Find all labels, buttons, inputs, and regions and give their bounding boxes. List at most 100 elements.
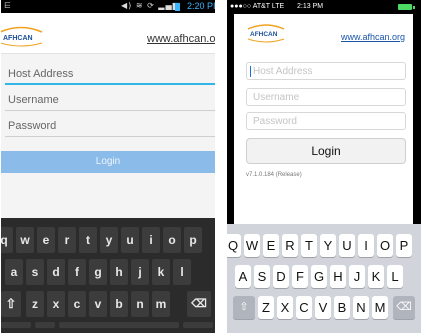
key-l[interactable]: l (173, 259, 191, 285)
android-status-bar: ⋿ ◀) ≋ ⟳ ▂▄▆ 2:20 PI (1, 0, 215, 13)
key-v[interactable]: v (89, 291, 107, 317)
ios-keyboard: Q W E R T Y U I O P A S D F G H J K L ⇧ … (227, 224, 421, 333)
key-y[interactable]: Y (320, 234, 336, 257)
key-t[interactable]: t (79, 227, 97, 253)
key-enter[interactable] (183, 322, 213, 328)
username-input[interactable]: Username (246, 88, 406, 106)
key-x[interactable]: x (47, 291, 65, 317)
key-i[interactable]: I (358, 234, 374, 257)
key-space[interactable] (59, 322, 179, 328)
username-placeholder: Username (253, 92, 300, 103)
svg-text:AFHCAN: AFHCAN (250, 31, 278, 38)
host-address-placeholder: Host Address (8, 68, 74, 80)
delete-icon[interactable]: ⌫ (393, 296, 415, 319)
site-link[interactable]: www.afhcan.org (341, 32, 405, 42)
key-s[interactable]: s (26, 259, 44, 285)
app-header: AFHCAN www.afhcan.or (1, 13, 215, 54)
afhcan-logo: AFHCAN (247, 24, 285, 43)
password-input[interactable]: Password (246, 112, 406, 130)
android-app-screen: AFHCAN www.afhcan.or Host Address Userna… (1, 13, 215, 231)
key-f[interactable]: f (68, 259, 86, 285)
input-underline (5, 83, 215, 85)
key-p[interactable]: p (184, 227, 202, 253)
key-n[interactable]: N (353, 296, 369, 319)
ios-status-bar: ●●●○○ AT&T LTE 2:13 PM (227, 0, 421, 14)
status-time: 2:13 PM (297, 3, 324, 10)
key-mic[interactable] (35, 322, 55, 328)
key-d[interactable]: d (47, 259, 65, 285)
key-w[interactable]: W (244, 234, 260, 257)
key-t[interactable]: T (301, 234, 317, 257)
ios-app-screen: AFHCAN www.afhcan.org Host Address Usern… (234, 14, 413, 237)
username-input[interactable]: Username (5, 91, 215, 111)
key-g[interactable]: G (311, 265, 327, 288)
password-input[interactable]: Password (5, 117, 215, 137)
delete-icon[interactable]: ⌫ (187, 291, 211, 317)
key-q[interactable]: Q (227, 234, 241, 257)
shift-icon[interactable]: ⇧ (233, 296, 255, 319)
key-e[interactable]: E (263, 234, 279, 257)
key-c[interactable]: C (296, 296, 312, 319)
android-screenshot: ⋿ ◀) ≋ ⟳ ▂▄▆ 2:20 PI AFHCAN www.afhcan.o… (1, 0, 215, 333)
key-u[interactable]: U (339, 234, 355, 257)
battery-icon (175, 3, 180, 11)
key-h[interactable]: H (330, 265, 346, 288)
key-v[interactable]: V (315, 296, 331, 319)
key-symbols[interactable] (1, 322, 31, 328)
host-address-placeholder: Host Address (253, 66, 313, 77)
carrier-label: ●●●○○ AT&T LTE (230, 3, 285, 10)
key-b[interactable]: B (334, 296, 350, 319)
usb-icon: ⋿ (4, 1, 11, 10)
key-x[interactable]: X (277, 296, 293, 319)
key-z[interactable]: z (26, 291, 44, 317)
key-p[interactable]: P (396, 234, 412, 257)
android-keyboard: q w e r t y u i o p a s d f g h j k l ⇧ … (1, 218, 215, 333)
key-e[interactable]: e (37, 227, 55, 253)
key-u[interactable]: u (121, 227, 139, 253)
site-link[interactable]: www.afhcan.or (147, 33, 215, 45)
key-k[interactable]: k (152, 259, 170, 285)
input-underline (5, 136, 215, 137)
battery-tip (413, 6, 415, 9)
key-m[interactable]: M (372, 296, 388, 319)
shift-icon[interactable]: ⇧ (1, 291, 21, 317)
host-address-input[interactable]: Host Address (246, 62, 406, 80)
key-j[interactable]: J (349, 265, 365, 288)
key-c[interactable]: c (68, 291, 86, 317)
version-label: v7.1.0.184 (Release) (246, 172, 302, 178)
text-caret (250, 66, 251, 77)
username-placeholder: Username (8, 94, 59, 106)
key-r[interactable]: r (58, 227, 76, 253)
key-q[interactable]: q (1, 227, 13, 253)
key-j[interactable]: j (131, 259, 149, 285)
key-z[interactable]: Z (258, 296, 274, 319)
key-g[interactable]: g (89, 259, 107, 285)
key-o[interactable]: o (163, 227, 181, 253)
key-f[interactable]: F (292, 265, 308, 288)
key-m[interactable]: m (152, 291, 170, 317)
key-a[interactable]: A (235, 265, 251, 288)
key-h[interactable]: h (110, 259, 128, 285)
password-placeholder: Password (253, 116, 297, 127)
login-button[interactable]: Login (246, 138, 406, 164)
input-underline (5, 110, 215, 111)
status-time: 2:20 PI (187, 1, 215, 11)
key-w[interactable]: w (16, 227, 34, 253)
status-icons: ◀) ≋ ⟳ ▂▄▆ (121, 1, 180, 10)
key-b[interactable]: b (110, 291, 128, 317)
key-i[interactable]: i (142, 227, 160, 253)
host-address-input[interactable]: Host Address (5, 65, 215, 85)
key-n[interactable]: n (131, 291, 149, 317)
key-l[interactable]: L (387, 265, 403, 288)
key-k[interactable]: K (368, 265, 384, 288)
key-a[interactable]: a (5, 259, 23, 285)
key-d[interactable]: D (273, 265, 289, 288)
key-r[interactable]: R (282, 234, 298, 257)
svg-text:AFHCAN: AFHCAN (3, 35, 33, 42)
login-button[interactable]: Login (1, 151, 215, 173)
password-placeholder: Password (8, 120, 57, 132)
key-y[interactable]: y (100, 227, 118, 253)
key-s[interactable]: S (254, 265, 270, 288)
ios-screenshot: ●●●○○ AT&T LTE 2:13 PM AFHCAN www.afhcan… (227, 0, 421, 333)
key-o[interactable]: O (377, 234, 393, 257)
